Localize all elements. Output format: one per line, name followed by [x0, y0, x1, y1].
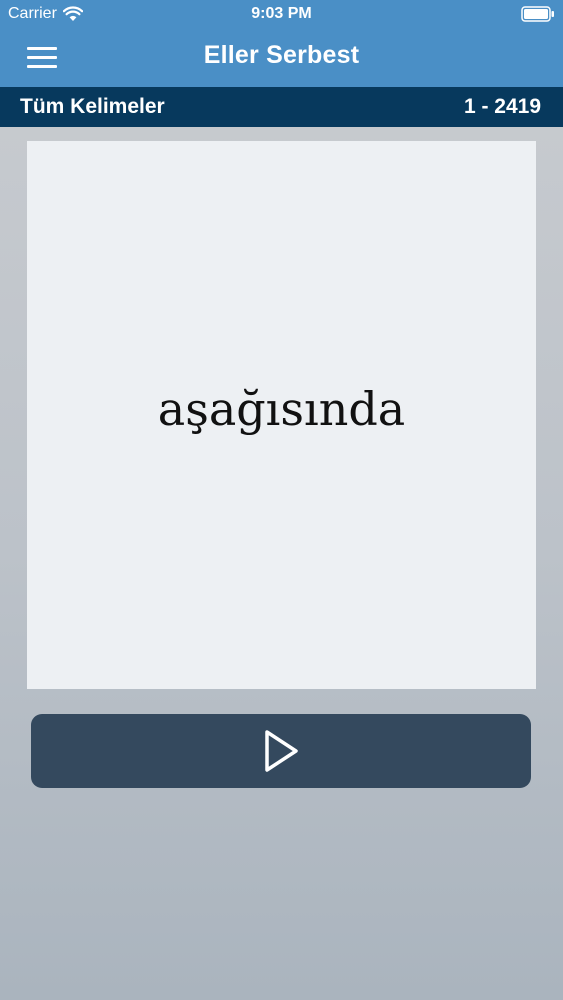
status-bar: Carrier 9:03 PM: [0, 0, 563, 30]
status-time: 9:03 PM: [251, 5, 312, 22]
flashcard-word: aşağısında: [157, 382, 406, 436]
play-button[interactable]: [31, 714, 531, 788]
battery-icon: [521, 6, 554, 22]
navigation-bar: Eller Serbest: [0, 30, 563, 87]
word-range-counter: 1 - 2419: [463, 95, 541, 118]
category-title: Tüm Kelimeler: [20, 95, 165, 118]
page-title: Eller Serbest: [203, 41, 360, 69]
category-bar: Tüm Kelimeler 1 - 2419: [0, 87, 563, 127]
app-header: Carrier 9:03 PM Eller Serbest: [0, 0, 563, 87]
flashcard[interactable]: aşağısında: [27, 141, 536, 689]
play-icon: [265, 730, 298, 772]
